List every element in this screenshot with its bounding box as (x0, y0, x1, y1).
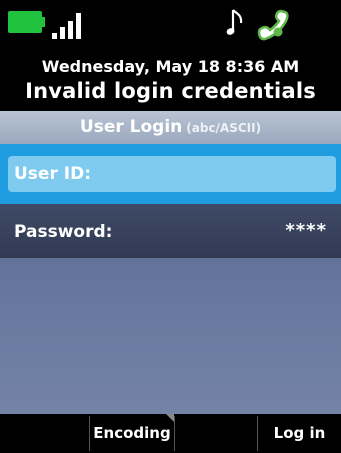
battery-icon (8, 11, 42, 33)
music-note-icon (226, 9, 243, 35)
battery-tip (42, 17, 45, 27)
phone-screen: Wednesday, May 18 8:36 AM Invalid login … (0, 0, 341, 453)
handset-icon (257, 9, 289, 41)
date-time-text: Wednesday, May 18 8:36 AM (41, 57, 300, 76)
password-row[interactable]: Password: **** (0, 204, 341, 258)
password-field[interactable]: **** (285, 220, 327, 241)
encoding-softkey[interactable]: Encoding (90, 414, 174, 453)
form-title-bar: User Login (abc/ASCII) (0, 111, 341, 144)
signal-bar (52, 33, 57, 39)
error-message: Invalid login credentials (25, 79, 316, 103)
login-form: User Login (abc/ASCII) User ID: Password:… (0, 111, 341, 414)
softkey-1[interactable] (0, 414, 89, 453)
signal-bar (68, 21, 73, 39)
password-label: Password: (14, 222, 113, 242)
header: Wednesday, May 18 8:36 AM Invalid login … (0, 52, 341, 111)
softkey-3[interactable] (175, 414, 257, 453)
user-id-field[interactable]: User ID: (8, 156, 336, 192)
softkey-bar: Encoding Log in (0, 414, 341, 453)
status-bar (0, 0, 341, 52)
user-id-row[interactable]: User ID: (0, 144, 341, 204)
login-softkey[interactable]: Log in (258, 414, 341, 453)
signal-bar (60, 27, 65, 39)
signal-strength-icon (52, 13, 88, 39)
form-title: User Login (79, 117, 183, 137)
signal-bar (76, 13, 81, 39)
encoding-mode-label: (abc/ASCII) (186, 121, 262, 135)
user-id-label: User ID: (14, 164, 91, 184)
encoding-indicator (166, 414, 174, 422)
